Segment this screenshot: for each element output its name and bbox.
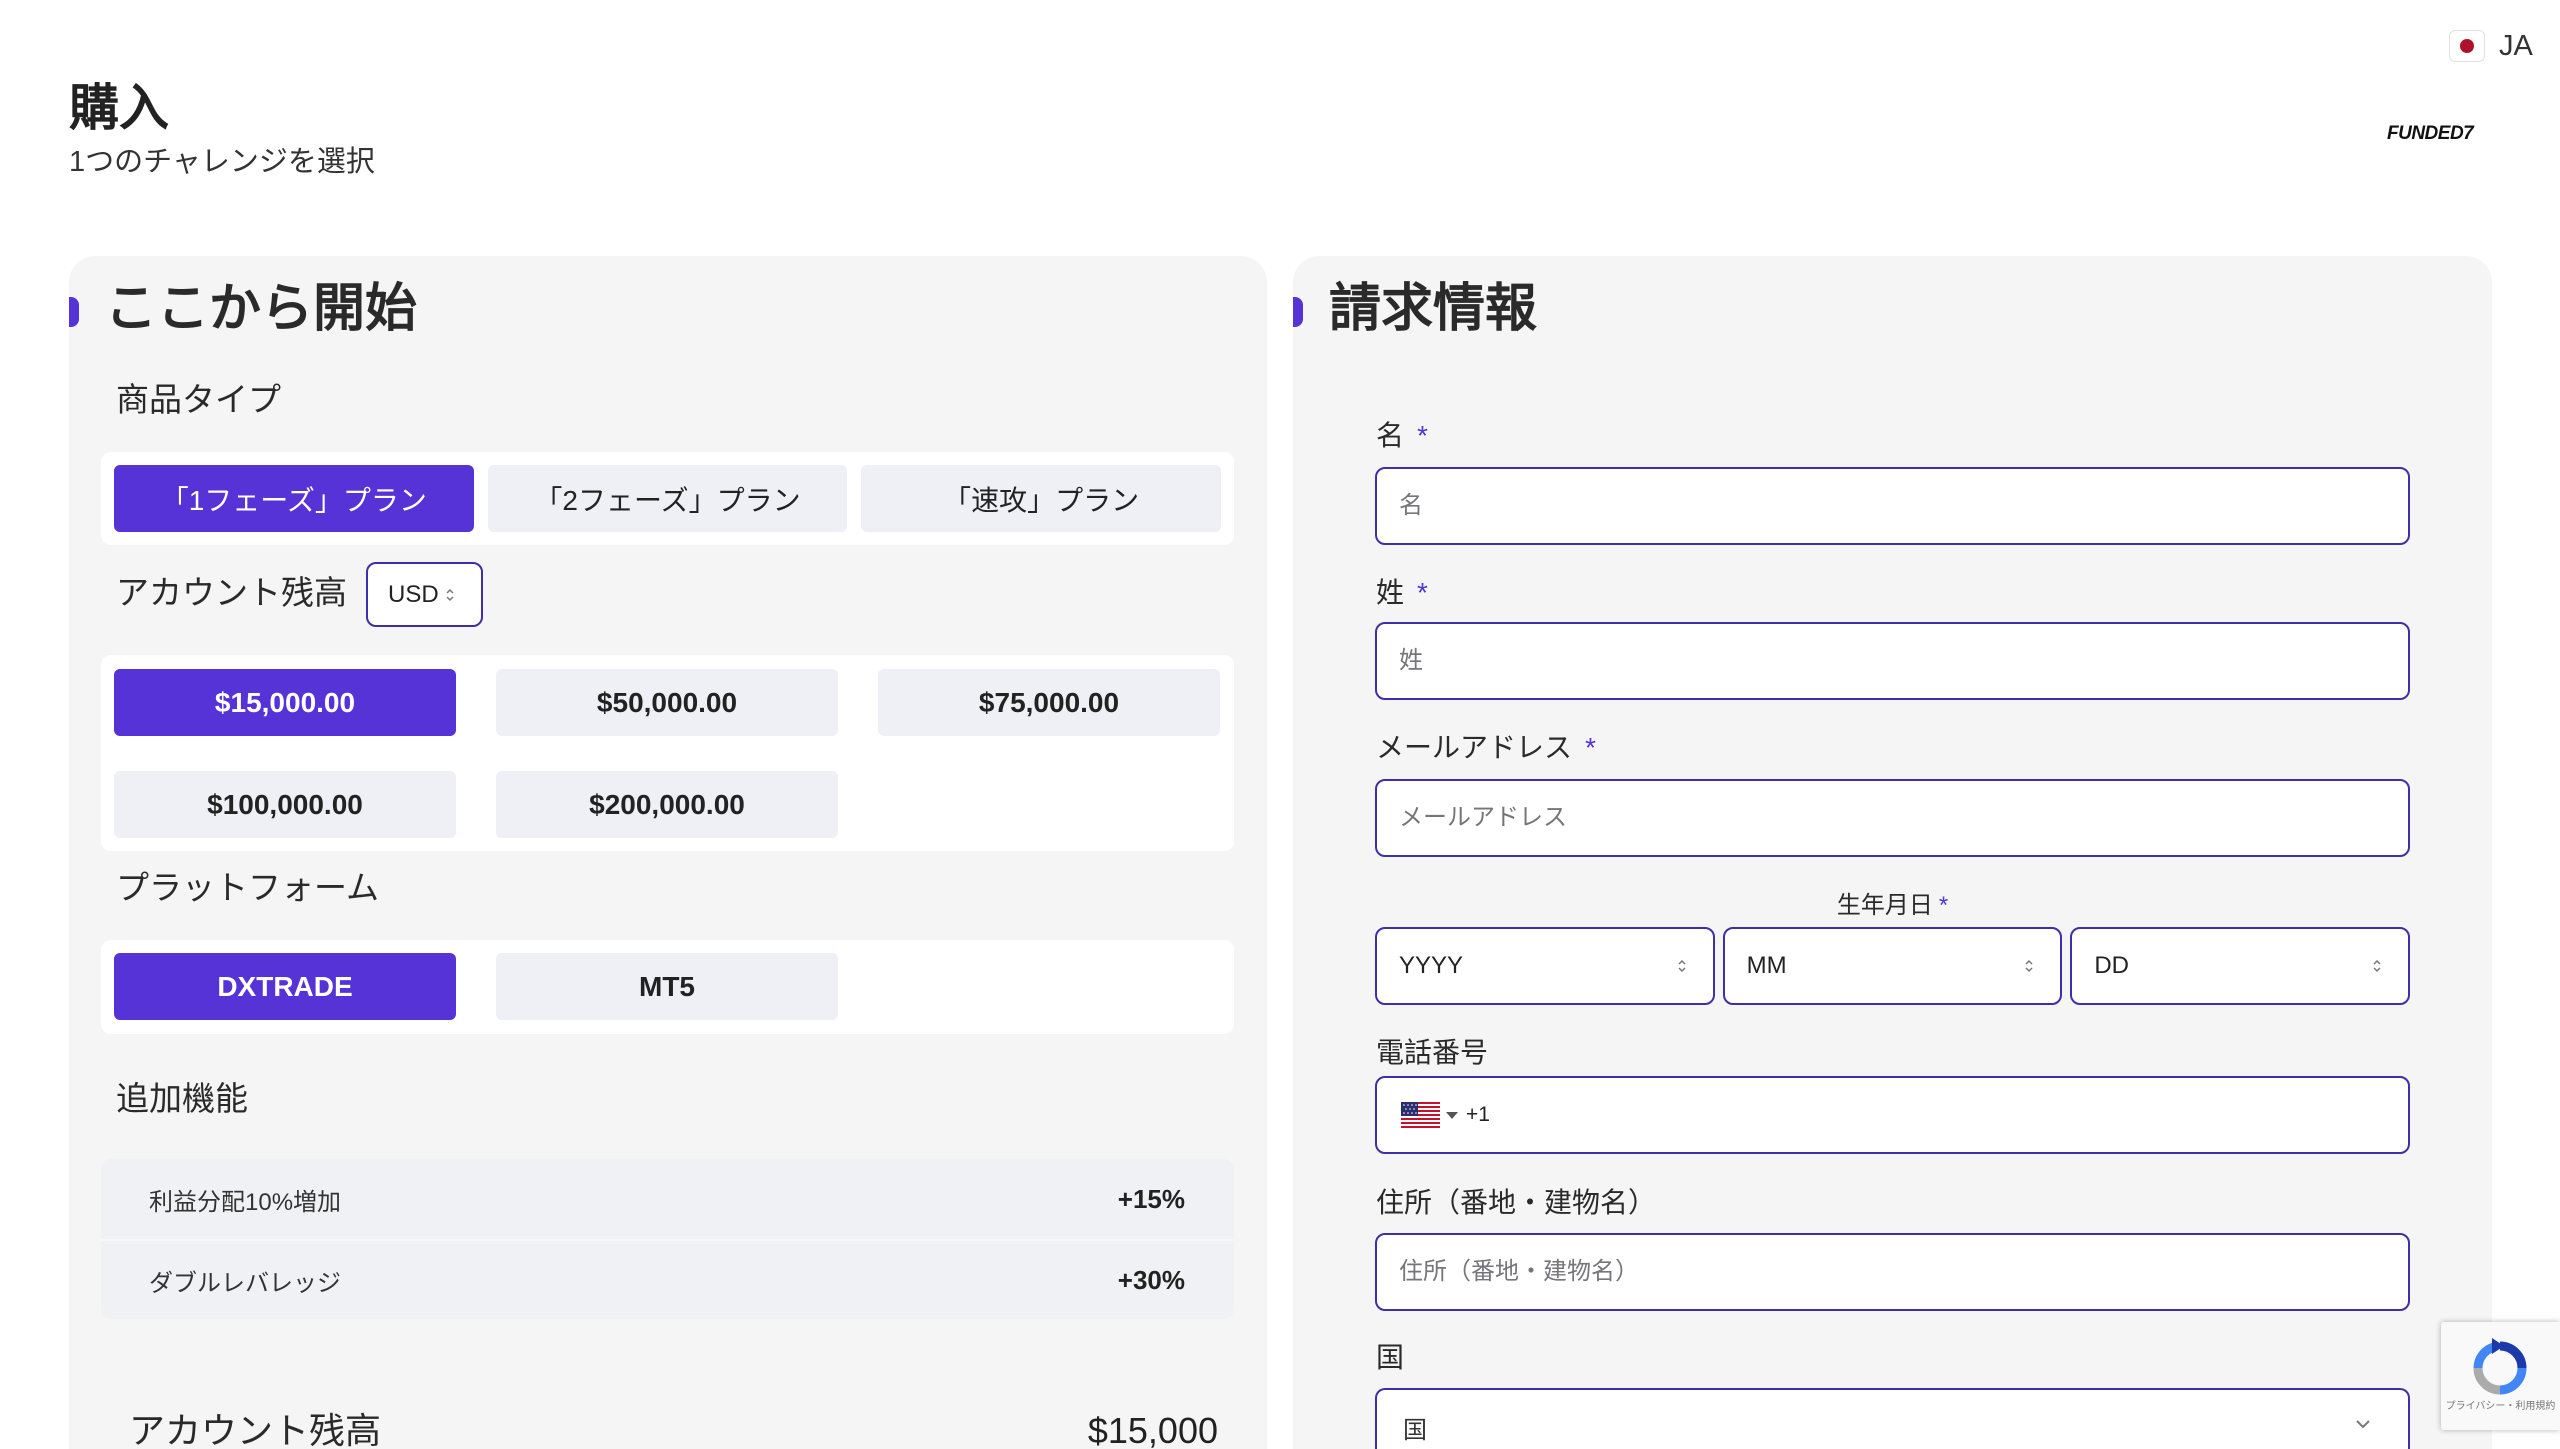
balance-option-75000[interactable]: $75,000.00 bbox=[878, 669, 1220, 736]
required-mark: * bbox=[1417, 420, 1428, 451]
currency-select[interactable]: USD bbox=[366, 562, 483, 627]
country-placeholder: 国 bbox=[1403, 1417, 1427, 1444]
addons-label: 追加機能 bbox=[116, 1080, 248, 1117]
addons-list: 利益分配10%増加 +15% ダブルレバレッジ +30% bbox=[101, 1159, 1234, 1319]
summary-balance-label: アカウント残高 bbox=[129, 1410, 382, 1449]
addon-price: +15% bbox=[1117, 1183, 1185, 1214]
language-selector[interactable]: JA bbox=[2449, 28, 2533, 64]
required-mark: * bbox=[1417, 577, 1428, 608]
balance-option-50000[interactable]: $50,000.00 bbox=[496, 669, 838, 736]
section-marker bbox=[69, 297, 79, 327]
dial-code: +1 bbox=[1466, 1103, 1490, 1126]
page-title: 購入 bbox=[69, 80, 169, 136]
recaptcha-links[interactable]: プライバシー・利用規約 bbox=[2441, 1401, 2560, 1413]
balance-option-100000[interactable]: $100,000.00 bbox=[114, 771, 456, 838]
platform-option-mt5[interactable]: MT5 bbox=[496, 953, 838, 1020]
section-marker bbox=[1293, 297, 1303, 327]
email-label: メールアドレス * bbox=[1376, 732, 1596, 763]
phone-label: 電話番号 bbox=[1376, 1037, 1489, 1068]
addon-double-leverage[interactable]: ダブルレバレッジ +30% bbox=[101, 1239, 1234, 1319]
last-name-label: 姓 * bbox=[1376, 577, 1428, 608]
product-type-group: 「1フェーズ」プラン 「2フェーズ」プラン 「速攻」プラン bbox=[101, 452, 1234, 545]
platform-option-dxtrade[interactable]: DXTRADE bbox=[114, 953, 456, 1020]
birthdate-selects: YYYY MM DD bbox=[1375, 927, 2411, 1005]
birthdate-label: 生年月日 * bbox=[1836, 892, 1949, 919]
first-name-label: 名 * bbox=[1376, 420, 1428, 451]
recaptcha-icon bbox=[2473, 1338, 2527, 1395]
account-balance-label: アカウント残高 bbox=[116, 574, 347, 611]
plan-selection-panel: ここから開始 商品タイプ 「1フェーズ」プラン 「2フェーズ」プラン 「速攻」プ… bbox=[69, 256, 1267, 1449]
caret-down-icon bbox=[1446, 1111, 1458, 1119]
birth-day-value: DD bbox=[2094, 952, 2130, 979]
required-mark: * bbox=[1938, 892, 1949, 919]
country-select[interactable]: 国 bbox=[1375, 1388, 2410, 1449]
recaptcha-badge[interactable]: プライバシー・利用規約 bbox=[2441, 1322, 2560, 1430]
addon-profit-split[interactable]: 利益分配10%増加 +15% bbox=[101, 1159, 1234, 1239]
address-label: 住所（番地・建物名） bbox=[1376, 1187, 1657, 1218]
phone-country-picker[interactable]: +1 bbox=[1401, 1102, 1490, 1128]
product-option-1-phase[interactable]: 「1フェーズ」プラン bbox=[114, 465, 474, 532]
brand-logo[interactable]: FUNDED7 bbox=[2387, 122, 2474, 146]
birth-month-value: MM bbox=[1746, 952, 1787, 979]
birth-year-select[interactable]: YYYY bbox=[1375, 927, 1715, 1005]
select-arrows-icon bbox=[446, 588, 454, 601]
birth-year-value: YYYY bbox=[1399, 952, 1464, 979]
billing-panel: 請求情報 名* 姓* メールアドレス* 生年月日* YYYY MM DD 電話番… bbox=[1293, 256, 2492, 1449]
select-arrows-icon bbox=[1678, 959, 1686, 973]
plan-panel-heading: ここから開始 bbox=[105, 280, 418, 338]
first-name-field[interactable] bbox=[1375, 467, 2410, 545]
chevron-down-icon bbox=[2356, 1420, 2370, 1429]
currency-value: USD bbox=[388, 580, 439, 608]
phone-number-field[interactable] bbox=[1489, 1078, 2408, 1152]
platform-option-group: DXTRADE MT5 bbox=[101, 940, 1234, 1034]
billing-panel-heading: 請求情報 bbox=[1329, 280, 1538, 338]
addon-price: +30% bbox=[1117, 1264, 1185, 1295]
phone-input: +1 bbox=[1375, 1076, 2410, 1154]
select-arrows-icon bbox=[2373, 959, 2381, 973]
birth-day-select[interactable]: DD bbox=[2070, 927, 2411, 1005]
email-field[interactable] bbox=[1375, 779, 2410, 857]
platform-label: プラットフォーム bbox=[116, 869, 380, 906]
last-name-field[interactable] bbox=[1375, 622, 2410, 700]
select-arrows-icon bbox=[2025, 959, 2033, 973]
country-label: 国 bbox=[1376, 1342, 1405, 1373]
product-option-2-phase[interactable]: 「2フェーズ」プラン bbox=[487, 465, 848, 532]
addon-name: ダブルレバレッジ bbox=[149, 1269, 341, 1297]
balance-option-200000[interactable]: $200,000.00 bbox=[496, 771, 838, 838]
required-mark: * bbox=[1585, 732, 1596, 763]
summary-balance-value: $15,000 bbox=[1087, 1410, 1218, 1449]
product-option-rapid[interactable]: 「速攻」プラン bbox=[861, 465, 1222, 532]
addon-name: 利益分配10%増加 bbox=[149, 1188, 342, 1216]
page-subtitle: 1つのチャレンジを選択 bbox=[69, 146, 375, 178]
language-code: JA bbox=[2499, 30, 2533, 62]
japan-flag-icon bbox=[2449, 30, 2485, 62]
balance-option-group: $15,000.00 $50,000.00 $75,000.00 $100,00… bbox=[101, 655, 1234, 851]
us-flag-icon bbox=[1401, 1102, 1440, 1128]
birth-month-select[interactable]: MM bbox=[1722, 927, 2063, 1005]
product-type-label: 商品タイプ bbox=[116, 381, 281, 418]
address-field[interactable] bbox=[1375, 1233, 2410, 1311]
balance-option-15000[interactable]: $15,000.00 bbox=[114, 669, 456, 736]
